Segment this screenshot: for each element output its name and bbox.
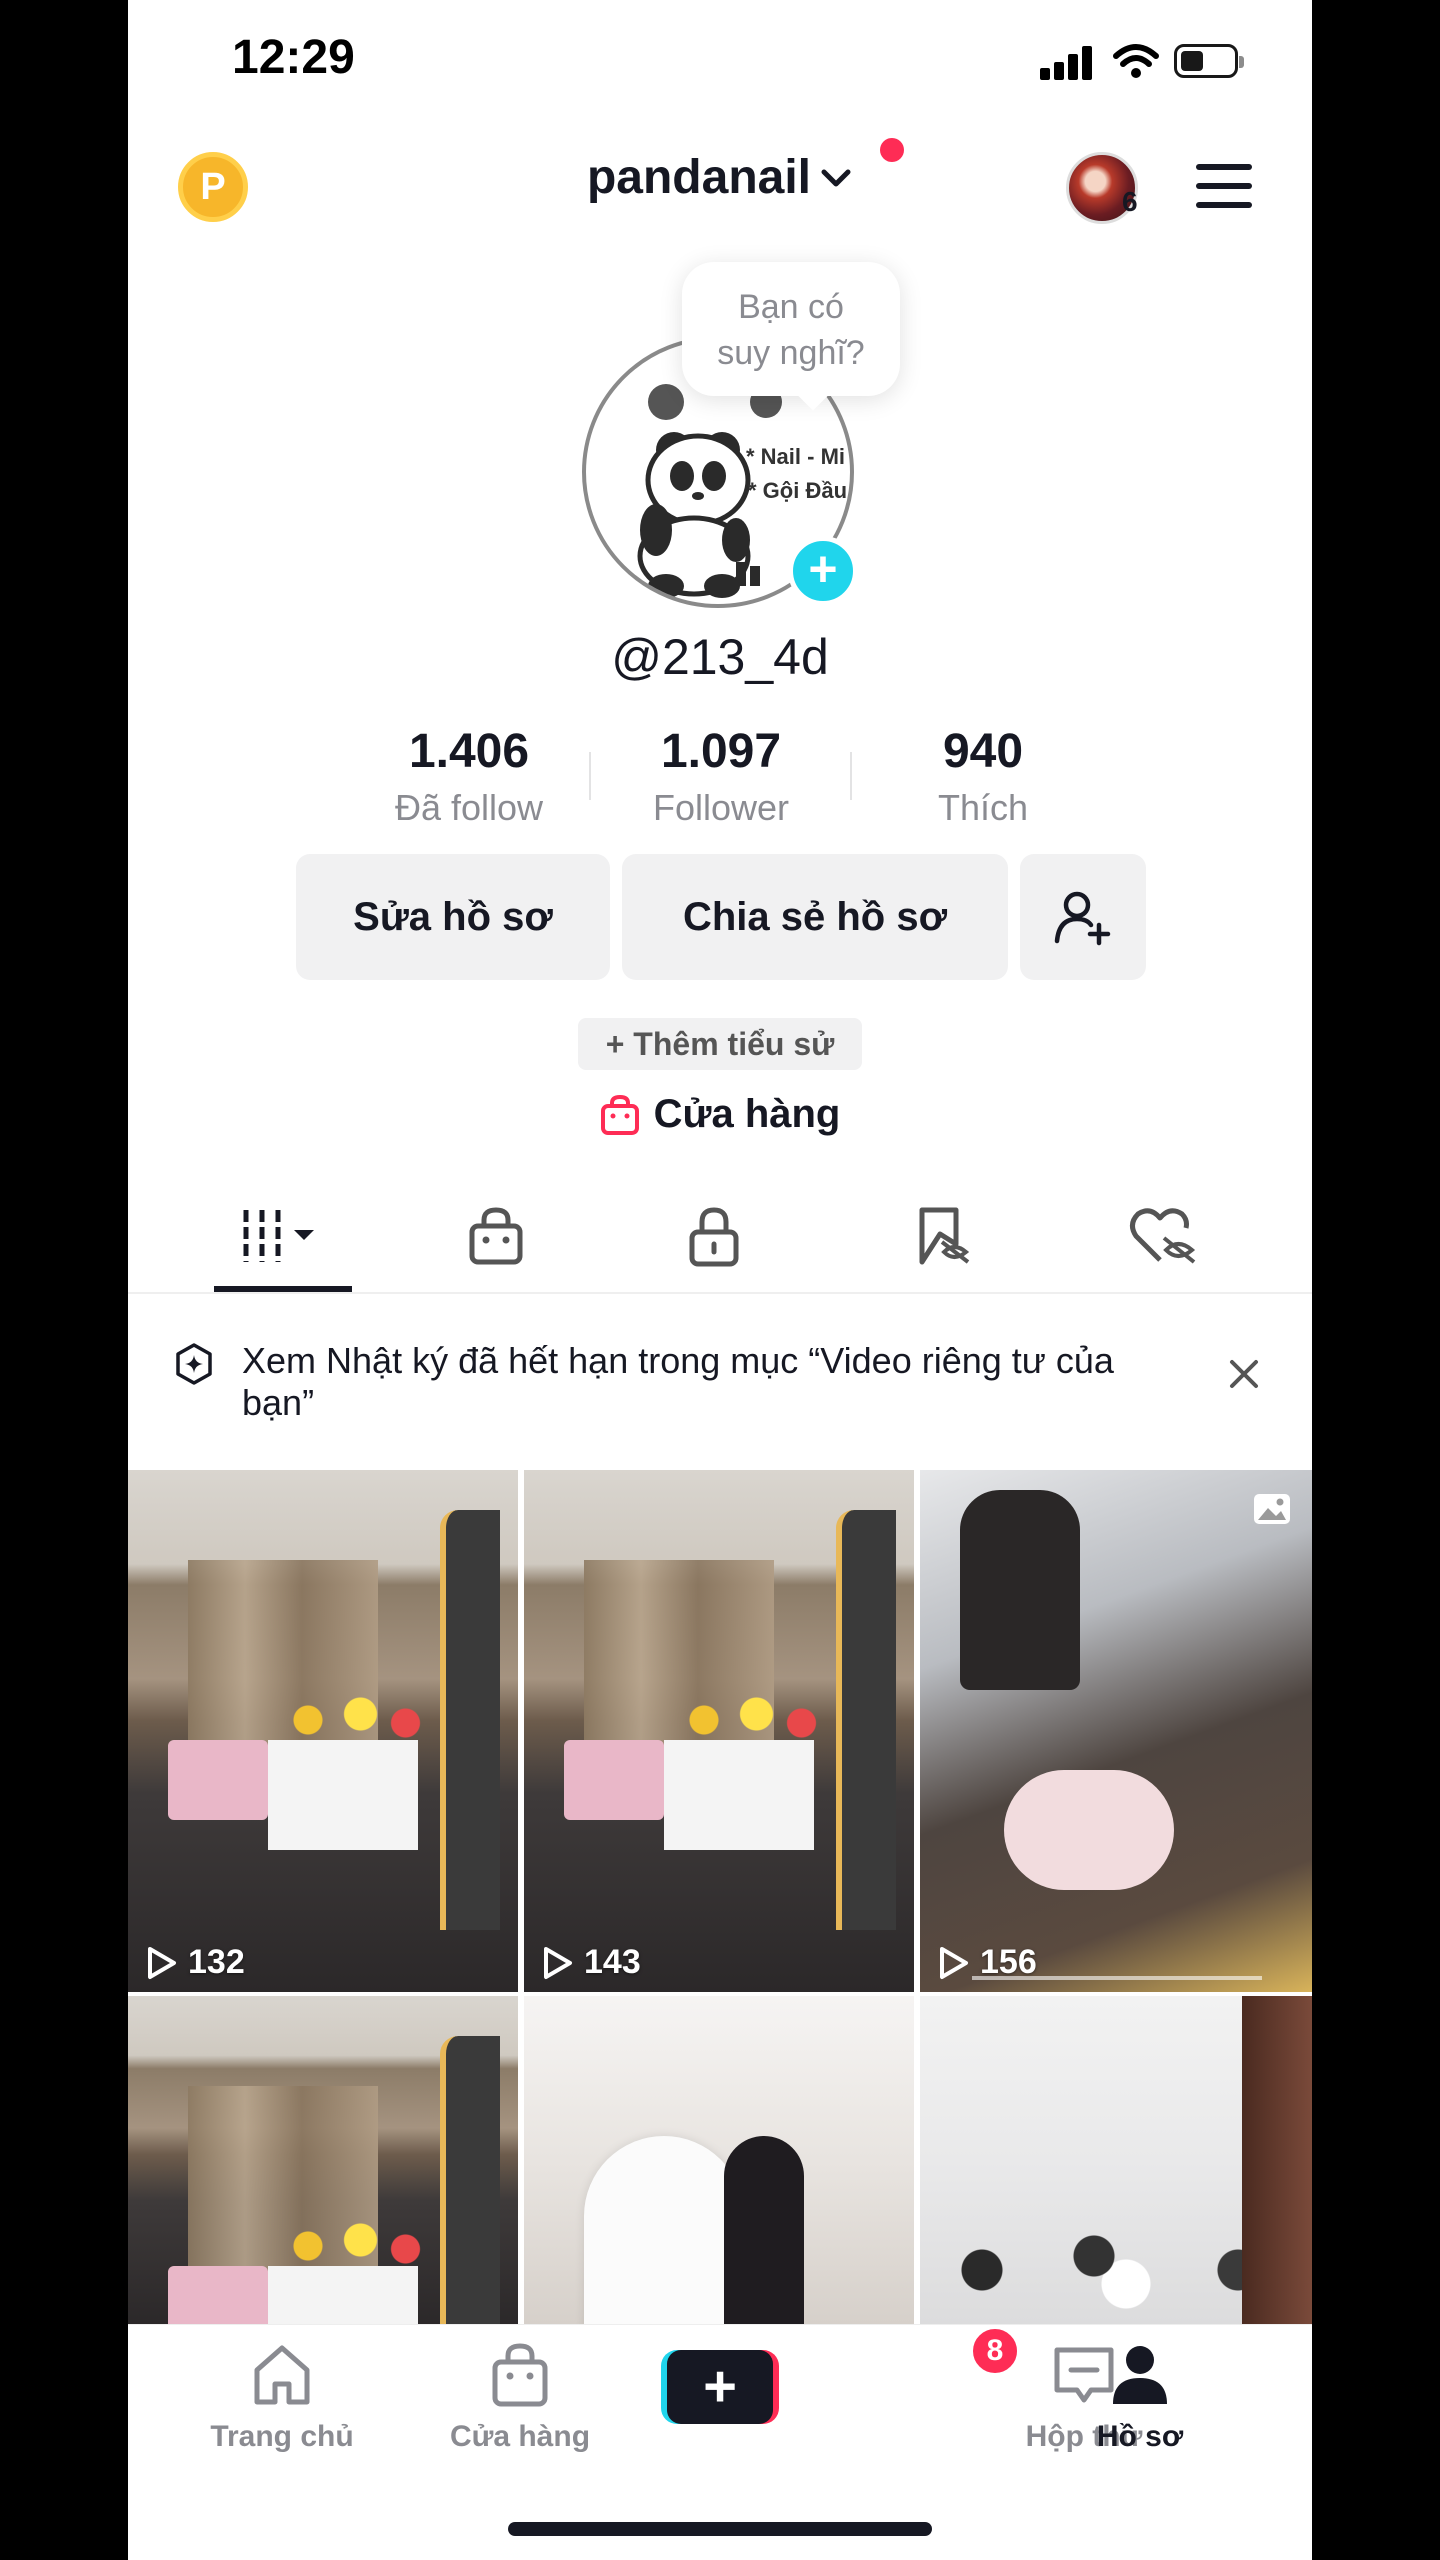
notice-text: Xem Nhật ký đã hết hạn trong mục “Video … — [242, 1340, 1114, 1423]
video-thumbnail[interactable] — [920, 1996, 1312, 2326]
status-time: 12:29 — [232, 31, 355, 84]
tab-videos[interactable] — [240, 1204, 320, 1268]
thought-bubble[interactable]: Bạn có suy nghĩ? — [682, 262, 900, 396]
add-story-button[interactable]: + — [788, 536, 858, 606]
battery-icon — [1174, 44, 1244, 78]
user-handle: @213_4d — [611, 629, 829, 685]
plus-icon: + — [667, 2350, 773, 2424]
view-count: 132 — [188, 1943, 245, 1981]
share-profile-button[interactable]: Chia sẻ hồ sơ — [622, 854, 1008, 980]
create-button[interactable]: + — [661, 2350, 779, 2424]
svg-text:* Gội Đầu: * Gội Đầu — [748, 478, 847, 503]
home-indicator — [508, 2522, 932, 2536]
cellular-signal-icon — [1040, 44, 1096, 80]
add-person-icon — [1054, 891, 1111, 946]
view-count: 143 — [584, 1943, 641, 1981]
add-bio-button[interactable]: + Thêm tiểu sử — [578, 1018, 862, 1070]
account-switcher[interactable]: pandanail — [587, 150, 853, 205]
person-icon — [1113, 2346, 1167, 2404]
chevron-down-icon — [821, 169, 851, 186]
video-grid: 132 143 156 — [128, 1470, 1312, 2326]
notification-dot — [880, 138, 904, 162]
stat-likes[interactable]: 940 Thích — [868, 724, 1098, 829]
shop-link[interactable]: Cửa hàng — [128, 1092, 1312, 1137]
nav-profile[interactable]: Hồ sơ — [1050, 2340, 1230, 2454]
shopping-bag-icon — [600, 1094, 639, 1135]
stat-divider — [850, 752, 852, 800]
edit-profile-button[interactable]: Sửa hồ sơ — [296, 854, 610, 980]
phone-screen: 12:29 P pandanail 6 * Nail - Mi * Gội Đầ… — [128, 0, 1312, 2560]
tab-private[interactable] — [682, 1204, 762, 1268]
svg-text:* Nail - Mi: * Nail - Mi — [746, 444, 845, 469]
home-icon — [254, 2345, 310, 2405]
heart-hidden-icon — [1130, 1208, 1196, 1264]
close-icon[interactable] — [1226, 1356, 1262, 1392]
add-friend-button[interactable] — [1020, 854, 1146, 980]
wifi-icon — [1113, 44, 1159, 78]
video-thumbnail[interactable] — [128, 1996, 518, 2326]
play-icon — [544, 1946, 572, 1979]
tab-shop[interactable] — [464, 1204, 544, 1268]
stat-following[interactable]: 1.406 Đã follow — [354, 724, 584, 829]
shopping-bag-icon — [469, 1207, 523, 1265]
video-thumbnail[interactable]: 132 — [128, 1470, 518, 1992]
inbox-badge: 8 — [970, 2326, 1020, 2376]
story-count: 6 — [1122, 186, 1138, 217]
video-thumbnail[interactable]: 156 — [920, 1470, 1312, 1992]
photo-icon — [1254, 1494, 1290, 1524]
tab-liked[interactable] — [1128, 1204, 1208, 1268]
video-thumbnail[interactable] — [524, 1996, 914, 2326]
view-count: 156 — [980, 1943, 1037, 1981]
shopping-bag-icon — [492, 2343, 548, 2407]
video-thumbnail[interactable]: 143 — [524, 1470, 914, 1992]
play-icon — [148, 1946, 176, 1979]
sparkle-box-icon — [176, 1343, 212, 1385]
play-icon — [940, 1946, 968, 1979]
nav-home[interactable]: Trang chủ — [192, 2340, 372, 2454]
stat-followers[interactable]: 1.097 Follower — [606, 724, 836, 829]
stat-divider — [589, 752, 591, 800]
menu-icon[interactable] — [1196, 164, 1252, 208]
nav-shop[interactable]: Cửa hàng — [430, 2340, 610, 2454]
username-label: pandanail — [586, 151, 812, 204]
tab-favorites[interactable] — [910, 1204, 990, 1268]
grid-icon — [243, 1210, 314, 1262]
lock-icon — [689, 1207, 739, 1267]
bookmark-hidden-icon — [919, 1207, 970, 1265]
